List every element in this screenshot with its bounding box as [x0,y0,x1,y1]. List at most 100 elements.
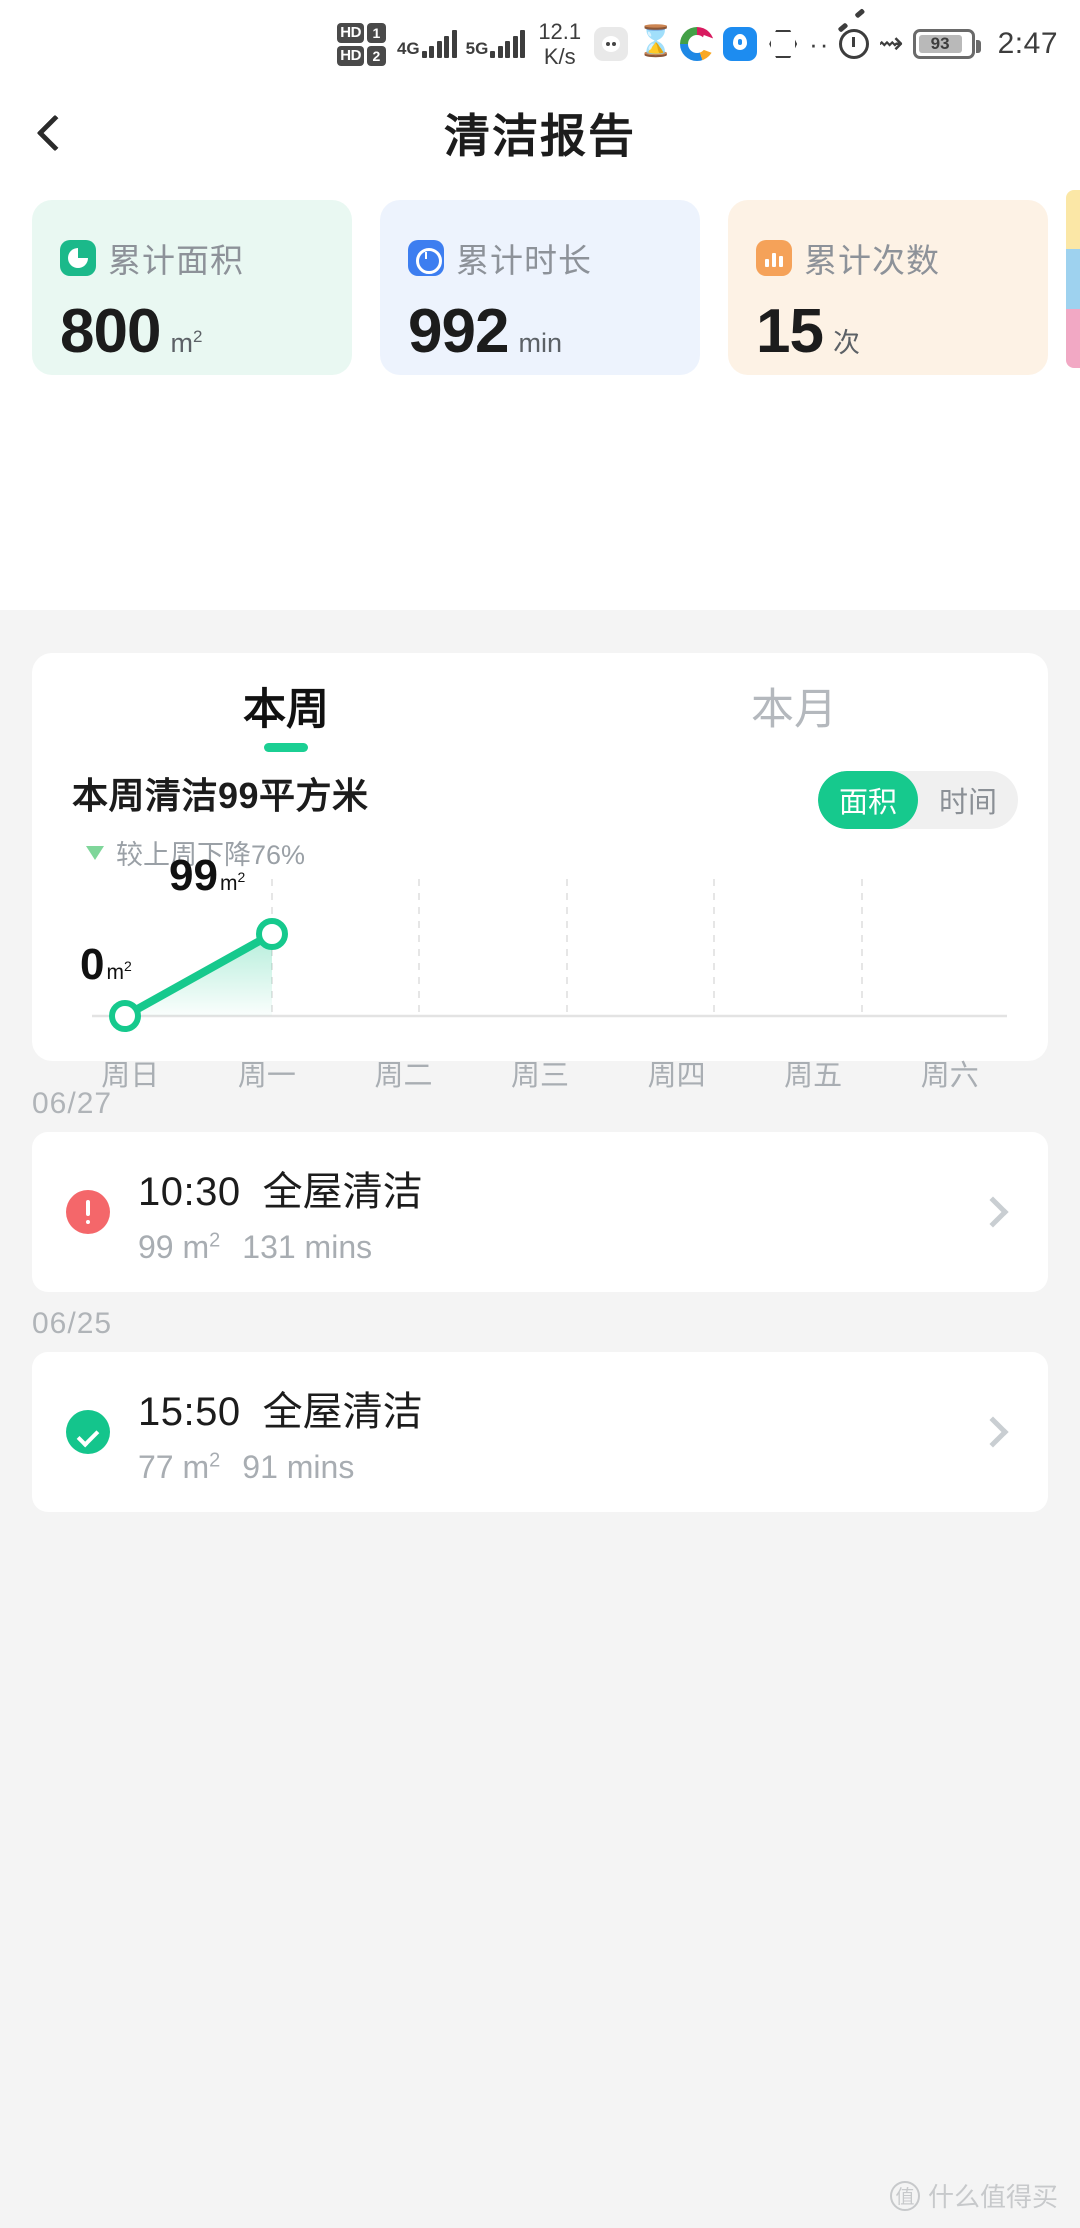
chart-point-monday [256,918,288,950]
signal-4g: 4G [397,30,457,58]
period-tabs: 本周 本月 [32,653,1048,773]
chevron-right-icon[interactable] [977,1416,1009,1448]
history-record-1-duration: 131 mins [242,1228,373,1265]
chevron-right-icon[interactable] [977,1196,1009,1228]
history-record-1-area: 99 m2 [138,1229,220,1266]
bluetooth-icon: ⇝ [878,27,904,60]
alarm-clock-icon [839,29,870,59]
watermark: 值 什么值得买 [889,2177,1058,2214]
status-bar-clock: 2:47 [997,27,1058,60]
signal-bars-icon-1 [421,30,457,58]
history-record-1-area-sup: 2 [209,1228,221,1251]
chart-label-sunday: 0 m2 [80,940,132,990]
status-alert-icon [66,1190,110,1234]
x-tick-friday: 周五 [784,1060,843,1092]
history-record-1-body: 10:30 全屋清洁 99 m2 131 mins [138,1159,982,1266]
tab-this-week-label: 本周 [243,685,329,734]
tab-active-indicator [264,742,308,752]
hd-volte-indicators: HD 1 HD 2 [337,22,386,66]
history-record-1[interactable]: 10:30 全屋清洁 99 m2 131 mins [32,1132,1048,1292]
nav-bar: 清洁报告 [0,88,1080,178]
chart-x-axis: 周日 周一 周二 周三 周四 周五 周六 [32,1052,1048,1094]
side-panel-peek[interactable] [1066,190,1080,368]
chart-card: 本周 本月 本周清洁99平方米 较上周下降76% 面积 时间 0 m2 99 m… [32,653,1048,1092]
stat-unit-total-count: 次 [832,328,860,358]
history-record-2-duration: 91 mins [242,1448,355,1485]
x-tick-wednesday: 周三 [511,1060,570,1092]
history-date-header-1: 06/27 [32,1087,113,1120]
tab-this-week[interactable]: 本周 [32,653,540,773]
hd-icon-1: HD [337,22,364,43]
stat-card-total-count[interactable]: 累计次数 15 次 [728,200,1048,375]
chart-label-monday-unit: m2 [219,869,246,895]
stat-unit-text: m [170,328,193,358]
x-tick-saturday: 周六 [920,1060,979,1092]
face-app-icon [594,27,629,61]
tab-inactive-indicator [772,743,816,752]
stat-unit-total-duration: min [518,328,562,358]
page-title: 清洁报告 [444,110,636,162]
history-record-2-body: 15:50 全屋清洁 77 m2 91 mins [138,1379,982,1486]
network-speed-unit: K/s [543,44,576,69]
color-ring-app-icon [680,27,715,61]
clock-icon [408,240,444,276]
more-dots-icon: ·· [809,29,831,59]
chart-label-sunday-unit: m2 [106,958,132,984]
sim-2-badge: 2 [366,45,386,66]
chart-point-sunday [109,1000,141,1032]
history-record-2-area-sup: 2 [209,1448,221,1471]
chart-label-monday: 99 m2 [169,851,245,901]
history-record-2-time: 15:50 [138,1389,241,1434]
stat-card-total-duration[interactable]: 累计时长 992 min [380,200,700,375]
stat-value-total-duration: 992 [408,297,509,366]
status-bar: HD 1 HD 2 4G 5G 12.1 K/s ·· ⇝ [0,0,1080,88]
battery-percent: 93 [918,35,962,53]
hourglass-icon [637,24,674,61]
weekly-line-chart: 0 m2 99 m2 [32,851,1048,1046]
battery-icon: 93 [912,29,981,59]
stat-label-total-duration: 累计时长 [456,242,592,279]
history-record-2-area-text: 77 m [138,1448,210,1485]
peek-stripe-yellow [1066,190,1080,250]
network-speed-value: 12.1 [538,19,582,44]
x-tick-tuesday: 周二 [374,1060,433,1092]
stat-value-total-count: 15 [756,297,824,366]
peek-stripe-blue [1066,249,1080,309]
chart-summary-title: 本周清洁99平方米 [72,775,369,816]
stat-label-total-count: 累计次数 [804,242,940,279]
sim-1-badge: 1 [366,22,386,43]
stat-card-total-area[interactable]: 累计面积 800 m2 [32,200,352,375]
chart-gridlines [271,876,863,1016]
history-record-1-time: 10:30 [138,1169,241,1214]
peek-stripe-pink [1066,308,1080,368]
signal-bars-icon-2 [490,30,526,58]
watermark-logo: 值 [889,2180,920,2211]
stat-value-total-area: 800 [60,297,161,366]
history-record-1-area-text: 99 m [138,1228,210,1265]
network-type-5g-label: 5G [465,39,489,58]
chart-label-sunday-value: 0 [80,940,105,989]
history-record-1-mode: 全屋清洁 [262,1169,423,1214]
segment-area[interactable]: 面积 [818,771,918,829]
arrow-down-icon [86,845,104,860]
hd-icon-2: HD [337,45,364,66]
watermark-text: 什么值得买 [927,2182,1058,2212]
stat-unit-sup: 2 [192,327,203,346]
signal-5g: 5G [466,30,526,58]
bar-chart-icon [756,240,792,276]
status-complete-icon [66,1410,110,1454]
summary-stat-cards: 累计面积 800 m2 累计时长 992 min 累计次数 15 次 [32,200,1048,375]
tab-this-month[interactable]: 本月 [540,653,1048,773]
phone-screen: HD 1 HD 2 4G 5G 12.1 K/s ·· ⇝ [0,0,1080,2228]
tab-this-month-label: 本月 [751,685,837,734]
segment-time[interactable]: 时间 [918,771,1018,829]
stat-unit-total-area: m2 [170,327,202,359]
history-record-2[interactable]: 15:50 全屋清洁 77 m2 91 mins [32,1352,1048,1512]
x-tick-monday: 周一 [237,1060,296,1092]
history-record-2-area: 77 m2 [138,1449,220,1486]
network-speed: 12.1 K/s [538,19,581,69]
pie-chart-icon [60,240,96,276]
chart-label-monday-value: 99 [169,851,218,900]
metric-segmented-control[interactable]: 面积 时间 [818,771,1018,829]
x-tick-thursday: 周四 [647,1060,706,1092]
